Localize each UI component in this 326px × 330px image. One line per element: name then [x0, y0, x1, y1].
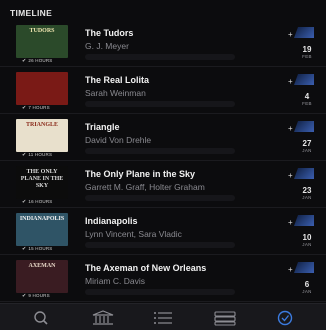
book-title[interactable]: The Axeman of New Orleans — [85, 263, 275, 273]
book-cover[interactable]: INDIANAPOLIS — [16, 213, 68, 246]
book-title[interactable]: Triangle — [85, 122, 275, 132]
hours-label: 9 HOURS — [28, 293, 50, 298]
book-title[interactable]: The Tudors — [85, 28, 275, 38]
library-tab[interactable] — [90, 309, 116, 327]
book-row[interactable]: INDIANAPOLIS ✔ 15 HOURS Indianapolis Lynn… — [0, 208, 326, 255]
magnifier-icon — [34, 311, 48, 325]
clock-icon — [277, 310, 293, 326]
listen-duration: ✔ 11 HOURS — [22, 152, 52, 158]
stack-icon — [214, 311, 236, 326]
date-month: FEB — [302, 54, 312, 59]
plus-icon: + — [288, 124, 293, 133]
stack-thumbnail-icon — [294, 121, 314, 132]
check-icon: ✔ — [22, 293, 27, 299]
add-to-stack-button[interactable]: + — [288, 74, 314, 88]
plus-icon: + — [288, 265, 293, 274]
book-author: David Von Drehle — [85, 135, 152, 145]
plus-icon: + — [288, 218, 293, 227]
progress-placeholder — [85, 289, 235, 295]
date-day: 10 — [302, 233, 312, 242]
cover-title: AXEMAN — [28, 263, 56, 269]
timeline-tab[interactable] — [272, 309, 298, 327]
stack-thumbnail-icon — [294, 215, 314, 226]
add-to-stack-button[interactable]: + — [288, 27, 314, 41]
app-root: TIMELINE TUDORS ✔ 26 HOURS The Tudors G. … — [0, 0, 326, 330]
stack-thumbnail-icon — [294, 168, 314, 179]
book-title[interactable]: The Only Plane in the Sky — [85, 169, 275, 179]
hours-label: 15 HOURS — [28, 246, 53, 251]
book-author: Lynn Vincent, Sara Vladic — [85, 229, 182, 239]
add-to-stack-button[interactable]: + — [288, 121, 314, 135]
progress-placeholder — [85, 54, 235, 60]
listen-duration: ✔ 7 HOURS — [22, 105, 50, 111]
progress-placeholder — [85, 242, 235, 248]
cover-title: INDIANAPOLIS — [19, 216, 65, 222]
book-cover[interactable]: AXEMAN — [16, 260, 68, 293]
add-to-stack-button[interactable]: + — [288, 215, 314, 229]
book-cover[interactable]: THE ONLY PLANE IN THE SKY — [16, 166, 68, 199]
book-author: Garrett M. Graff, Holter Graham — [85, 182, 205, 192]
book-row[interactable]: ✔ 7 HOURS The Real Lolita Sarah Weinman +… — [0, 67, 326, 114]
date-month: FEB — [302, 101, 312, 106]
book-row[interactable]: THE ONLY PLANE IN THE SKY ✔ 16 HOURS The … — [0, 161, 326, 208]
date-day: 6 — [304, 280, 310, 289]
check-icon: ✔ — [22, 58, 27, 64]
book-row[interactable]: AXEMAN ✔ 9 HOURS The Axeman of New Orlean… — [0, 255, 326, 302]
progress-placeholder — [85, 195, 235, 201]
check-icon: ✔ — [22, 152, 27, 158]
progress-placeholder — [85, 148, 235, 154]
stack-thumbnail-icon — [294, 262, 314, 273]
hours-label: 7 HOURS — [28, 105, 50, 110]
plus-icon: + — [288, 77, 293, 86]
listen-duration: ✔ 26 HOURS — [22, 58, 53, 64]
check-icon: ✔ — [22, 246, 27, 252]
listen-duration: ✔ 15 HOURS — [22, 246, 53, 252]
book-title[interactable]: Indianapolis — [85, 216, 275, 226]
book-row[interactable]: TUDORS ✔ 26 HOURS The Tudors G. J. Meyer … — [0, 20, 326, 67]
book-title[interactable]: The Real Lolita — [85, 75, 275, 85]
cover-title: TUDORS — [29, 28, 55, 34]
date-month: JAN — [302, 289, 312, 294]
hours-label: 11 HOURS — [28, 152, 53, 157]
book-author: Miriam C. Davis — [85, 276, 145, 286]
progress-placeholder — [85, 101, 235, 107]
plus-icon: + — [288, 30, 293, 39]
cover-title: THE ONLY PLANE IN THE SKY — [20, 169, 64, 189]
list-icon — [154, 312, 172, 324]
library-icon — [92, 310, 114, 325]
hours-label: 16 HOURS — [28, 199, 53, 204]
tab-bar — [0, 303, 326, 330]
stack-thumbnail-icon — [294, 74, 314, 85]
stack-thumbnail-icon — [294, 27, 314, 38]
hours-label: 26 HOURS — [28, 58, 53, 63]
book-author: Sarah Weinman — [85, 88, 146, 98]
book-cover[interactable]: TUDORS — [16, 25, 68, 58]
book-list: TUDORS ✔ 26 HOURS The Tudors G. J. Meyer … — [0, 20, 326, 302]
date-day: 19 — [302, 45, 312, 54]
listen-duration: ✔ 16 HOURS — [22, 199, 53, 205]
date-day: 4 — [304, 92, 310, 101]
book-row[interactable]: TRIANGLE ✔ 11 HOURS Triangle David Von Dr… — [0, 114, 326, 161]
search-tab[interactable] — [28, 309, 54, 327]
date-month: JAN — [302, 195, 312, 200]
add-to-stack-button[interactable]: + — [288, 262, 314, 276]
plus-icon: + — [288, 171, 293, 180]
listen-duration: ✔ 9 HOURS — [22, 293, 50, 299]
add-to-stack-button[interactable]: + — [288, 168, 314, 182]
list-tab[interactable] — [150, 309, 176, 327]
date-day: 23 — [302, 186, 312, 195]
date-day: 27 — [302, 139, 312, 148]
check-icon: ✔ — [22, 199, 27, 205]
book-cover[interactable]: TRIANGLE — [16, 119, 68, 152]
check-icon: ✔ — [22, 105, 27, 111]
cover-title: TRIANGLE — [25, 122, 58, 128]
book-author: G. J. Meyer — [85, 41, 129, 51]
date-month: JAN — [302, 148, 312, 153]
book-cover[interactable] — [16, 72, 68, 105]
stack-tab[interactable] — [212, 309, 238, 327]
date-month: JAN — [302, 242, 312, 247]
